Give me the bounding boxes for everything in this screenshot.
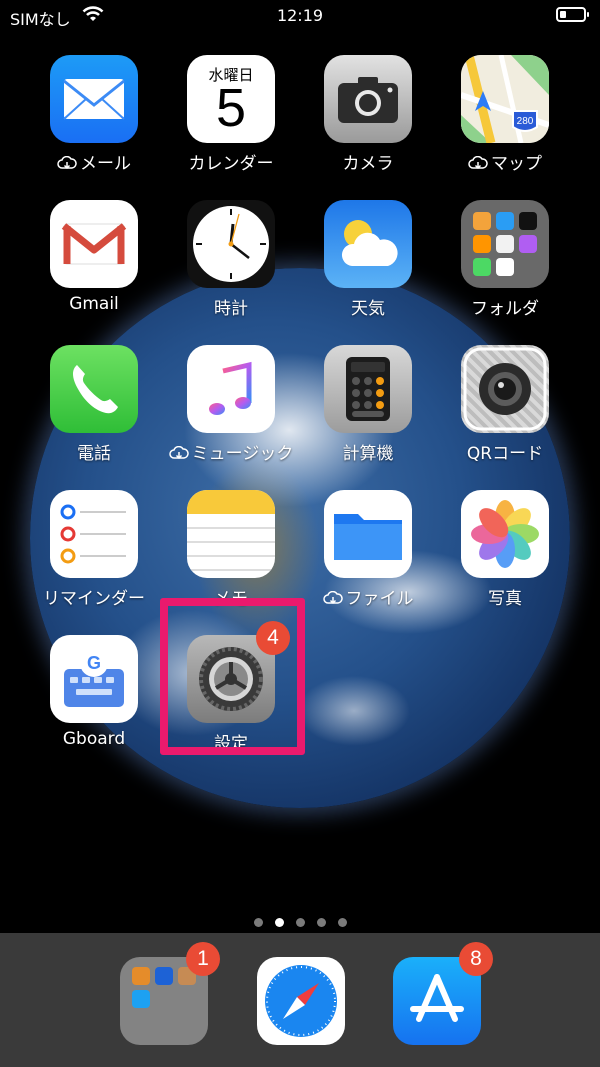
- route-sign-label: 280: [517, 116, 534, 127]
- maps-icon: 280: [461, 55, 549, 143]
- app-label: リマインダー: [43, 589, 145, 609]
- page-dot[interactable]: [295, 918, 305, 927]
- app-reminders[interactable]: リマインダー: [29, 490, 159, 620]
- app-label: 天気: [351, 299, 385, 319]
- app-gboard[interactable]: G Gboard: [29, 635, 159, 765]
- safari-icon: [265, 965, 337, 1037]
- app-label: マップ: [491, 154, 542, 174]
- app-calculator[interactable]: 計算機: [303, 345, 433, 475]
- calculator-icon: [324, 345, 412, 433]
- gboard-icon: G: [50, 635, 138, 723]
- app-label: 電話: [77, 444, 111, 464]
- page-dot[interactable]: [316, 918, 326, 927]
- app-files[interactable]: ファイル: [303, 490, 433, 620]
- highlight-box: [160, 598, 305, 755]
- clock-icon: [187, 200, 275, 288]
- app-label: 計算機: [342, 444, 394, 464]
- app-label: メール: [80, 154, 131, 174]
- app-label: 写真: [488, 589, 522, 609]
- app-weather[interactable]: 天気: [303, 200, 433, 330]
- calendar-icon: 水曜日 5: [187, 55, 275, 143]
- cloud-download-icon: [168, 446, 189, 460]
- app-camera[interactable]: カメラ: [303, 55, 433, 185]
- svg-text:G: G: [87, 653, 101, 673]
- camera-icon: [324, 55, 412, 143]
- dock: 1 8: [0, 933, 600, 1067]
- cloud-download-icon: [322, 591, 343, 605]
- clock-time: 12:19: [276, 6, 324, 25]
- app-music[interactable]: ミュージック: [166, 345, 296, 475]
- app-label: ファイル: [345, 589, 414, 609]
- gmail-icon: [50, 200, 138, 288]
- app-label: ミュージック: [191, 444, 294, 464]
- reminders-icon: [50, 490, 138, 578]
- app-gmail[interactable]: Gmail: [29, 200, 159, 330]
- app-label: フォルダ: [471, 299, 539, 319]
- app-qr[interactable]: QRコード: [440, 345, 570, 475]
- calendar-day: 5: [215, 78, 247, 138]
- folder-icon: [461, 200, 549, 288]
- app-mail[interactable]: メール: [29, 55, 159, 185]
- app-maps[interactable]: 280 マップ: [440, 55, 570, 185]
- music-icon: [187, 345, 275, 433]
- app-label: Gmail: [69, 294, 119, 314]
- phone-icon: [50, 345, 138, 433]
- app-phone[interactable]: 電話: [29, 345, 159, 475]
- notification-badge: 1: [186, 942, 220, 976]
- photos-icon: [461, 490, 549, 578]
- home-screen: SIMなし 12:19 メール 水曜日 5 カレンダー カメラ 280 マップ: [0, 0, 600, 1067]
- app-calendar[interactable]: 水曜日 5 カレンダー: [166, 55, 296, 185]
- files-icon: [324, 490, 412, 578]
- app-label: カレンダー: [188, 154, 274, 174]
- weather-icon: [324, 200, 412, 288]
- page-indicator[interactable]: [0, 912, 600, 931]
- app-clock[interactable]: 時計: [166, 200, 296, 330]
- status-bar: SIMなし 12:19: [0, 0, 600, 32]
- qr-code-icon: [461, 345, 549, 433]
- page-dot[interactable]: [253, 918, 263, 927]
- app-label: カメラ: [342, 154, 394, 174]
- dock-safari[interactable]: [257, 957, 345, 1045]
- notes-icon: [187, 490, 275, 578]
- app-label: 時計: [214, 299, 248, 319]
- app-label: Gboard: [62, 729, 126, 749]
- page-dot-active[interactable]: [274, 918, 284, 927]
- app-label: QRコード: [466, 444, 544, 464]
- notification-badge: 8: [459, 942, 493, 976]
- cloud-download-icon: [57, 156, 77, 170]
- battery-icon: [556, 7, 589, 22]
- app-folder[interactable]: フォルダ: [440, 200, 570, 330]
- page-dot[interactable]: [337, 918, 347, 927]
- cloud-download-icon: [468, 156, 488, 170]
- mail-icon: [50, 55, 138, 143]
- app-photos[interactable]: 写真: [440, 490, 570, 620]
